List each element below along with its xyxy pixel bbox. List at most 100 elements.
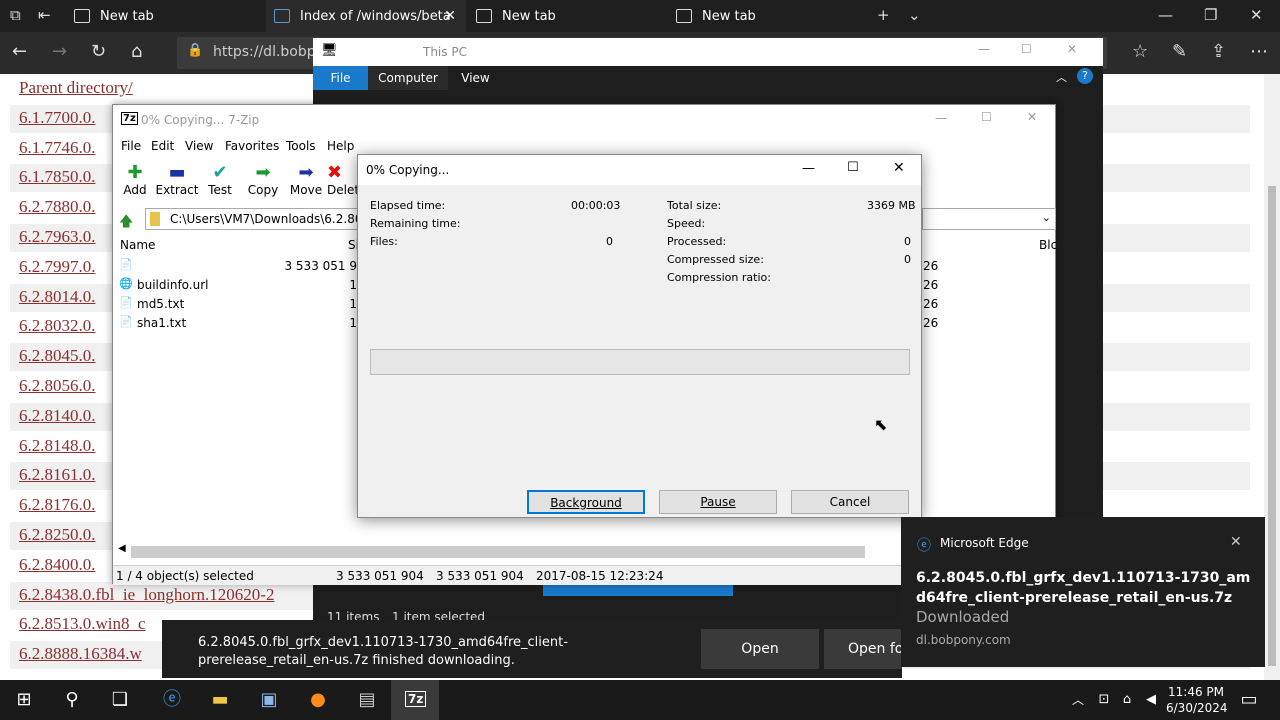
close-tab-icon[interactable]: ✕ xyxy=(444,8,456,24)
build-link[interactable]: 6.2.8014.0. xyxy=(19,287,96,307)
firefox-icon[interactable]: ● xyxy=(306,688,330,712)
search-icon[interactable]: ⚲ xyxy=(60,688,84,712)
page-scrollbar[interactable] xyxy=(1264,74,1280,680)
pen-icon[interactable]: ✎ xyxy=(1172,41,1187,62)
open-button[interactable]: Open xyxy=(701,629,819,669)
build-link[interactable]: 6.2.7997.0. xyxy=(19,257,96,277)
tab-new-2[interactable]: New tab xyxy=(468,0,666,32)
build-link[interactable]: 6.2.7880.0. xyxy=(19,197,96,217)
parent-directory-link[interactable]: Parent directory/ xyxy=(19,78,133,98)
home-icon[interactable]: ⌂ xyxy=(131,41,142,62)
minimize-icon[interactable]: — xyxy=(802,161,815,176)
back-tabs-icon[interactable]: ⇤ xyxy=(38,6,51,24)
ribbon-tab-file[interactable]: File xyxy=(313,66,368,90)
build-link[interactable]: 6.2.8513.0.win8_c xyxy=(19,614,146,634)
build-link[interactable]: 6.2.8140.0. xyxy=(19,406,96,426)
close-icon[interactable]: ✕ xyxy=(1230,534,1242,550)
maximize-icon[interactable]: ☐ xyxy=(1021,42,1032,56)
ribbon-tab-view[interactable]: View xyxy=(448,66,503,90)
chevron-up-icon[interactable]: ︿ xyxy=(1056,69,1067,85)
build-link[interactable]: 6.2.8438.0.fbl_ie_longhorn.120620-2 xyxy=(19,585,274,605)
build-link[interactable]: 6.1.7850.0. xyxy=(19,167,96,187)
chevron-up-icon[interactable]: ︿ xyxy=(1066,688,1090,712)
scroll-left-icon[interactable]: ◀ xyxy=(118,543,126,554)
test-button[interactable]: ✔ Test xyxy=(198,163,242,198)
file-row[interactable]: 📄 md5.txt 1 xyxy=(113,295,357,314)
menu-favorites[interactable]: Favorites xyxy=(225,139,279,153)
notifications-icon[interactable]: ▭ xyxy=(1237,688,1261,712)
edge-icon[interactable]: ⓔ xyxy=(160,688,184,712)
store-icon[interactable]: ▣ xyxy=(257,688,281,712)
build-link[interactable]: 6.2.8888.16384.w xyxy=(19,644,142,664)
move-button[interactable]: ➡ Move xyxy=(284,163,328,198)
windows-start-icon[interactable]: ⊞ xyxy=(12,688,36,712)
close-icon[interactable]: ✕ xyxy=(1067,42,1077,56)
new-tab-icon[interactable]: + xyxy=(877,6,890,24)
7zip-taskbar-button[interactable]: 7z xyxy=(391,680,439,720)
build-link[interactable]: 6.2.8045.0. xyxy=(19,346,96,366)
app-icon[interactable]: ▤ xyxy=(355,688,379,712)
tab-new-3[interactable]: New tab xyxy=(668,0,866,32)
file-row[interactable]: 📄 3 533 051 9 xyxy=(113,257,357,276)
refresh-icon[interactable]: ↻ xyxy=(91,41,106,62)
restore-icon[interactable]: ❐ xyxy=(1204,6,1217,24)
build-link[interactable]: 6.1.7746.0. xyxy=(19,138,96,158)
ribbon-tab-computer[interactable]: Computer xyxy=(368,66,448,90)
tab-index-beta[interactable]: Index of /windows/beta ✕ xyxy=(266,0,466,32)
scroll-thumb[interactable] xyxy=(131,546,865,558)
network-icon[interactable]: ⊡ xyxy=(1092,688,1116,712)
build-link[interactable]: 6.2.8400.0. xyxy=(19,555,96,575)
minimize-icon[interactable]: — xyxy=(935,111,947,125)
minimize-icon[interactable]: — xyxy=(1158,6,1173,24)
maximize-icon[interactable]: ☐ xyxy=(847,160,859,175)
tool-label: Test xyxy=(208,183,232,197)
pause-button[interactable]: Pause xyxy=(659,490,777,514)
column-name[interactable]: Name xyxy=(120,238,155,252)
menu-view[interactable]: View xyxy=(185,139,213,153)
extract-button[interactable]: ▬ Extract xyxy=(155,163,199,198)
cancel-button[interactable]: Cancel xyxy=(791,490,909,514)
close-icon[interactable]: ✕ xyxy=(1027,110,1037,124)
wifi-icon[interactable]: ⌂ xyxy=(1115,688,1139,712)
help-icon[interactable]: ? xyxy=(1077,68,1093,84)
volume-icon[interactable]: ◀ xyxy=(1139,688,1163,712)
tab-new-1[interactable]: New tab xyxy=(66,0,264,32)
build-link[interactable]: 6.2.8148.0. xyxy=(19,436,96,456)
chevron-down-icon[interactable]: ⌄ xyxy=(908,6,921,24)
menu-tools[interactable]: Tools xyxy=(286,139,316,153)
menu-edit[interactable]: Edit xyxy=(151,139,174,153)
back-icon[interactable]: ← xyxy=(12,41,27,62)
maximize-icon[interactable]: ☐ xyxy=(981,110,992,124)
close-icon[interactable]: ✕ xyxy=(893,160,905,176)
clock[interactable]: 11:46 PM 6/30/2024 xyxy=(1166,684,1228,716)
build-link[interactable]: 6.2.8056.0. xyxy=(19,376,96,396)
chevron-down-icon[interactable]: ⌄ xyxy=(1042,211,1051,224)
path-field[interactable]: C:\Users\VM7\Downloads\6.2.8045. xyxy=(145,208,382,230)
menu-file[interactable]: File xyxy=(121,139,141,153)
more-icon[interactable]: ⋯ xyxy=(1250,41,1268,62)
build-link[interactable]: 6.2.8032.0. xyxy=(19,316,96,336)
build-link[interactable]: 6.1.7700.0. xyxy=(19,108,96,128)
file-explorer-icon[interactable]: ▬ xyxy=(208,688,232,712)
copy-button[interactable]: ➡ Copy xyxy=(241,163,285,198)
open-folder-button[interactable]: Open fol xyxy=(824,629,902,669)
build-link[interactable]: 6.2.8250.0. xyxy=(19,525,96,545)
build-link[interactable]: 6.2.8161.0. xyxy=(19,465,96,485)
build-link[interactable]: 6.2.7963.0. xyxy=(19,227,96,247)
close-icon[interactable]: ✕ xyxy=(1250,6,1263,24)
forward-icon[interactable]: → xyxy=(52,41,67,62)
delete-button[interactable]: ✖ Delet xyxy=(327,163,357,197)
background-button[interactable]: Background xyxy=(527,490,645,514)
task-view-icon[interactable]: ❏ xyxy=(108,688,132,712)
file-row[interactable]: 📄 sha1.txt 1 xyxy=(113,314,357,333)
download-notification[interactable]: ⓔ Microsoft Edge ✕ 6.2.8045.0.fbl_grfx_d… xyxy=(901,517,1265,667)
build-link[interactable]: 6.2.8176.0. xyxy=(19,495,96,515)
favorites-icon[interactable]: ☆ xyxy=(1132,41,1148,62)
menu-help[interactable]: Help xyxy=(327,139,354,153)
minimize-icon[interactable]: — xyxy=(978,42,990,56)
tab-actions-icon[interactable]: ⧉ xyxy=(10,6,21,24)
add-button[interactable]: ✚ Add xyxy=(113,163,157,198)
share-icon[interactable]: ⇪ xyxy=(1211,41,1226,62)
file-row[interactable]: 🌐 buildinfo.url 1 xyxy=(113,276,357,295)
up-folder-icon[interactable]: 🡅 xyxy=(119,211,133,235)
